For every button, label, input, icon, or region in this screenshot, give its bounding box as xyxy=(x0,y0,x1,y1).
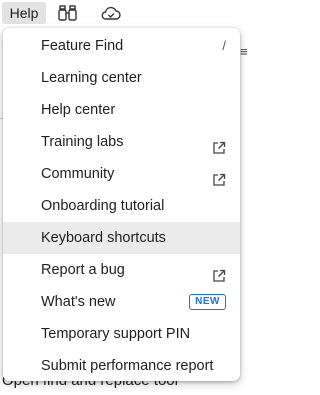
menu-item-label: Training labs xyxy=(41,134,124,150)
menu-item-label: Help center xyxy=(41,102,116,118)
top-toolbar: Help xyxy=(0,0,251,27)
menu-item-label: Community xyxy=(41,166,115,182)
menu-item-report-a-bug[interactable]: Report a bug xyxy=(3,254,240,286)
menu-item-label: Temporary support PIN xyxy=(41,326,191,342)
menu-item-label: Report a bug xyxy=(41,262,125,278)
menu-item-label: Feature Find xyxy=(41,38,124,54)
menu-item-feature-find[interactable]: Feature Find / xyxy=(3,30,240,62)
external-link-icon xyxy=(212,135,226,154)
menu-item-label: Learning center xyxy=(41,70,142,86)
menu-item-label: Onboarding tutorial xyxy=(41,198,165,214)
help-menu-button[interactable]: Help xyxy=(2,2,46,24)
menu-item-submit-performance-report[interactable]: Submit performance report xyxy=(3,350,240,382)
new-badge: NEW xyxy=(189,294,226,310)
shortcut-hint: / xyxy=(222,38,226,53)
menu-item-label: Keyboard shortcuts xyxy=(41,230,166,246)
binoculars-icon[interactable] xyxy=(57,3,79,23)
menu-item-keyboard-shortcuts[interactable]: Keyboard shortcuts xyxy=(3,222,240,254)
background-glyph: ≡ xyxy=(240,44,248,59)
external-link-icon xyxy=(212,263,226,282)
menu-item-label: What's new xyxy=(41,294,116,310)
menu-item-help-center[interactable]: Help center xyxy=(3,94,240,126)
external-link-icon xyxy=(212,167,226,186)
menu-item-whats-new[interactable]: What's new NEW xyxy=(3,286,240,318)
menu-item-onboarding-tutorial[interactable]: Onboarding tutorial xyxy=(3,190,240,222)
menu-item-community[interactable]: Community xyxy=(3,158,240,190)
cloud-check-icon[interactable] xyxy=(100,3,122,23)
menu-item-training-labs[interactable]: Training labs xyxy=(3,126,240,158)
menu-item-label: Submit performance report xyxy=(41,358,214,374)
menu-item-learning-center[interactable]: Learning center xyxy=(3,62,240,94)
menu-item-temporary-support-pin[interactable]: Temporary support PIN xyxy=(3,318,240,350)
help-dropdown-menu: Feature Find / Learning center Help cent… xyxy=(3,28,240,381)
